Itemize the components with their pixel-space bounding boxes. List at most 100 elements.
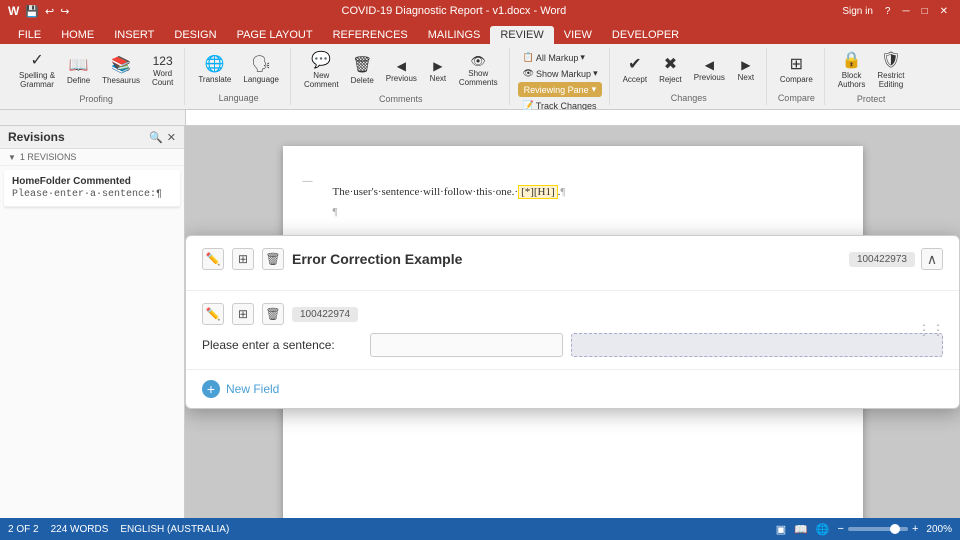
show-comments-btn[interactable]: 👁 ShowComments: [454, 52, 503, 90]
section-1-collapse-btn[interactable]: ∧: [921, 248, 943, 270]
title-bar: W 💾 ↩ ↪ COVID-19 Diagnostic Report - v1.…: [0, 0, 960, 22]
field-row-1: Please enter a sentence:: [202, 333, 943, 357]
ribbon-group-compare: ⊞ Compare Compare: [769, 48, 825, 105]
thesaurus-btn[interactable]: 📚 Thesaurus: [97, 55, 145, 88]
prev-label: Previous: [386, 74, 417, 83]
language-status: ENGLISH (AUSTRALIA): [120, 524, 229, 535]
compare-group-label: Compare: [778, 91, 815, 103]
reviewing-pane-label: Reviewing Pane: [524, 85, 589, 95]
compare-icon: ⊞: [790, 57, 803, 73]
revisions-close-btn[interactable]: ✕: [167, 131, 176, 144]
next-comment-btn[interactable]: ▶ Next: [424, 57, 452, 86]
tab-file[interactable]: FILE: [8, 26, 51, 44]
revision-item[interactable]: HomeFolder Commented Please·enter·a·sent…: [4, 170, 180, 207]
language-items: 🌐 Translate 🗣 Language: [193, 50, 284, 91]
prev-change-btn[interactable]: ◀ Previous: [689, 56, 730, 85]
modal-section-1: ✏️ ⊞ 🗑 Error Correction Example 10042297…: [186, 236, 959, 291]
changes-group-label: Changes: [671, 91, 707, 103]
ribbon-bar: ✓ Spelling &Grammar 📖 Define 📚 Thesaurus…: [0, 44, 960, 110]
restore-btn[interactable]: □: [918, 6, 932, 17]
reviewing-pane-dropdown[interactable]: Reviewing Pane ▾: [518, 82, 603, 97]
tab-insert[interactable]: INSERT: [104, 26, 164, 44]
reject-btn[interactable]: ✖ Reject: [654, 54, 687, 87]
drag-handle[interactable]: ⋮⋮: [917, 322, 945, 339]
next-change-btn[interactable]: ▶ Next: [732, 56, 760, 85]
tab-page-layout[interactable]: PAGE LAYOUT: [227, 26, 323, 44]
tab-developer[interactable]: DEVELOPER: [602, 26, 689, 44]
section-2-edit-btn[interactable]: ✏️: [202, 303, 224, 325]
proofing-group-label: Proofing: [79, 92, 113, 104]
thesaurus-label: Thesaurus: [102, 76, 140, 85]
compare-btn[interactable]: ⊞ Compare: [775, 54, 818, 87]
tab-view[interactable]: VIEW: [554, 26, 602, 44]
section-1-edit-btn[interactable]: ✏️: [202, 248, 224, 270]
zoom-thumb: [890, 524, 900, 534]
new-comment-btn[interactable]: 💬 NewComment: [299, 50, 344, 92]
translate-icon: 🌐: [205, 57, 225, 73]
language-btn[interactable]: 🗣 Language: [238, 54, 284, 87]
doc-area: — The·user's·sentence·will·follow·this·o…: [185, 126, 960, 518]
accept-btn[interactable]: ✔ Accept: [618, 54, 652, 87]
delete-icon: 🗑: [352, 58, 372, 74]
spelling-label: Spelling &Grammar: [19, 71, 55, 89]
compare-label: Compare: [780, 75, 813, 84]
restrict-editing-label: RestrictEditing: [877, 71, 904, 89]
translate-btn[interactable]: 🌐 Translate: [193, 54, 236, 87]
show-markup-chevron: ▾: [593, 68, 598, 79]
reviewing-pane-chevron: ▾: [592, 84, 597, 95]
block-authors-icon: 🔒: [842, 53, 862, 69]
revisions-header-icons: 🔍 ✕: [149, 131, 176, 144]
block-authors-label: BlockAuthors: [838, 71, 866, 89]
show-markup-btn[interactable]: 👁 Show Markup ▾: [518, 66, 603, 81]
view-reading-btn[interactable]: 📖: [794, 523, 808, 536]
next-label: Next: [430, 74, 446, 83]
field-input-wide-1[interactable]: [571, 333, 943, 357]
add-field-row[interactable]: + New Field: [186, 370, 959, 408]
language-icon: 🗣: [251, 57, 271, 73]
restrict-editing-btn[interactable]: 🛡 RestrictEditing: [872, 50, 909, 92]
next-icon: ▶: [433, 60, 442, 72]
word-count-btn[interactable]: 123 WordCount: [147, 52, 178, 90]
ribbon-group-comments: 💬 NewComment 🗑 Delete ◀ Previous ▶ Next …: [293, 48, 510, 105]
section-1-grid-btn[interactable]: ⊞: [232, 248, 254, 270]
tab-references[interactable]: REFERENCES: [323, 26, 418, 44]
add-field-label: New Field: [226, 382, 279, 396]
tracking-items: 📋 All Markup ▾ 👁 Show Markup ▾ Reviewing…: [518, 50, 603, 113]
word-count-label: WordCount: [152, 69, 173, 87]
quick-access-save[interactable]: 💾: [25, 5, 39, 18]
view-normal-btn[interactable]: ▣: [776, 523, 786, 536]
close-btn[interactable]: ✕: [936, 6, 952, 17]
view-web-btn[interactable]: 🌐: [816, 523, 830, 536]
main-area: Revisions 🔍 ✕ ▼ 1 REVISIONS HomeFolder C…: [0, 126, 960, 518]
status-bar-right: ▣ 📖 🌐 − + 200%: [776, 523, 952, 536]
block-authors-btn[interactable]: 🔒 BlockAuthors: [833, 50, 871, 92]
ribbon-group-protect: 🔒 BlockAuthors 🛡 RestrictEditing Protect: [827, 48, 916, 105]
all-markup-btn[interactable]: 📋 All Markup ▾: [518, 50, 590, 65]
show-comments-icon: 👁: [471, 55, 486, 67]
quick-access-undo[interactable]: ↩: [45, 5, 54, 18]
tab-review[interactable]: REVIEW: [490, 26, 553, 44]
tab-design[interactable]: DESIGN: [164, 26, 226, 44]
zoom-slider[interactable]: [848, 527, 908, 531]
field-input-1[interactable]: [370, 333, 563, 357]
quick-access-redo[interactable]: ↪: [60, 5, 69, 18]
revisions-search-icon[interactable]: 🔍: [149, 131, 163, 144]
delete-comment-btn[interactable]: 🗑 Delete: [346, 55, 379, 88]
help-btn[interactable]: ?: [881, 6, 895, 17]
zoom-in-btn[interactable]: +: [912, 523, 918, 535]
define-btn[interactable]: 📖 Define: [62, 55, 95, 88]
tab-home[interactable]: HOME: [51, 26, 104, 44]
minimize-btn[interactable]: ─: [898, 6, 913, 17]
spelling-grammar-btn[interactable]: ✓ Spelling &Grammar: [14, 50, 60, 92]
section-1-delete-btn[interactable]: 🗑: [262, 248, 284, 270]
ribbon-tabs: FILE HOME INSERT DESIGN PAGE LAYOUT REFE…: [0, 22, 960, 44]
zoom-out-btn[interactable]: −: [838, 523, 844, 535]
sign-in-label[interactable]: Sign in: [838, 6, 877, 17]
language-group-label: Language: [219, 91, 259, 103]
section-2-delete-btn[interactable]: 🗑: [262, 303, 284, 325]
previous-comment-btn[interactable]: ◀ Previous: [381, 57, 422, 86]
ruler-marks: [185, 110, 960, 125]
modal-section-1-right: 100422973 ∧: [849, 248, 943, 270]
section-2-grid-btn[interactable]: ⊞: [232, 303, 254, 325]
tab-mailings[interactable]: MAILINGS: [418, 26, 491, 44]
